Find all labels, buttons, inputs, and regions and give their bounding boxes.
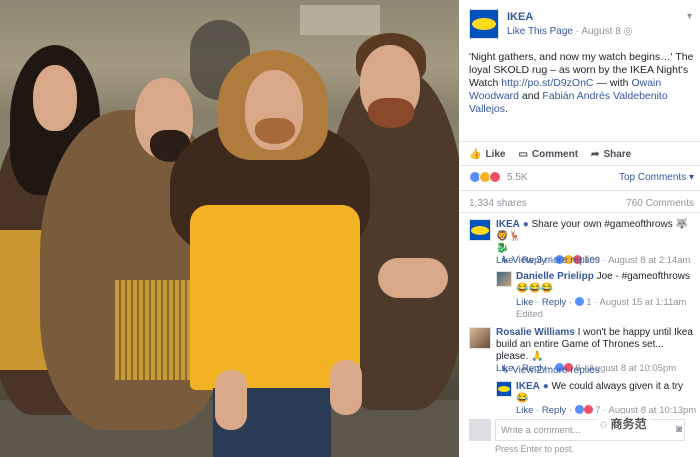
post-text-with: — with: [593, 77, 632, 89]
person-3-beard: [255, 118, 295, 144]
person-3-left-hand: [215, 370, 247, 430]
person-4-arm: [378, 258, 448, 298]
comment-input[interactable]: Write a comment...: [495, 419, 685, 441]
comment-body: Danielle Prielipp Joe - #gameofthrows 😂😂…: [516, 271, 694, 321]
person-3-right-hand: [330, 360, 362, 415]
globe-icon: ◎: [623, 26, 633, 37]
like-reaction-icon: [574, 405, 584, 414]
love-reaction-icon[interactable]: [489, 171, 501, 183]
comment-date[interactable]: August 8 at 2:14am: [608, 255, 690, 266]
divider: [459, 190, 700, 191]
comment-like-link[interactable]: Like: [516, 297, 533, 308]
post-actions: 👍 Like ▭ Comment ➦ Share: [469, 147, 694, 161]
wechat-icon: ◌: [600, 417, 608, 431]
comment-composer: Write a comment... ◙ Press Enter to post…: [469, 419, 694, 457]
share-button[interactable]: ➦ Share: [591, 147, 631, 161]
divider: [459, 141, 700, 142]
like-page-link[interactable]: Like This Page: [507, 26, 573, 37]
comment-text: We could always given it a try 😂: [516, 381, 684, 404]
love-reaction-icon: [583, 405, 593, 414]
post-header: IKEA Like This Page · August 8 ◎ ▾: [469, 9, 694, 41]
reply-arrow-icon: ↳: [501, 255, 510, 266]
ikea-logo-icon: [498, 386, 510, 392]
verified-badge-icon: ●: [542, 381, 549, 392]
comment-date[interactable]: August 8 at 10:05pm: [589, 363, 677, 374]
share-arrow-icon: ➦: [591, 148, 600, 160]
divider: [459, 212, 700, 213]
post-text: 'Night gathers, and now my watch begins……: [469, 51, 694, 116]
post-date[interactable]: August 8: [581, 26, 620, 37]
page-name-link[interactable]: IKEA: [507, 11, 533, 23]
post-text-end: .: [505, 103, 508, 115]
reply-item: IKEA ● We could always given it a try 😂 …: [496, 381, 696, 416]
person-1-face: [33, 65, 77, 131]
verified-badge-icon: ●: [522, 219, 529, 230]
commenter-name[interactable]: IKEA: [516, 381, 540, 392]
reaction-count[interactable]: 5.5K: [507, 172, 528, 183]
commenter-avatar[interactable]: [469, 327, 491, 349]
reply-arrow-icon: ↳: [501, 365, 510, 376]
watermark-logo: ◌ 商务范: [596, 414, 651, 433]
commenter-name[interactable]: Rosalie Williams: [496, 327, 575, 338]
comments-count[interactable]: 760 Comments: [626, 198, 694, 209]
like-button[interactable]: 👍 Like: [469, 147, 505, 161]
edited-label[interactable]: Edited: [516, 309, 694, 321]
post-meta: Like This Page · August 8 ◎: [507, 26, 632, 37]
comment-body: IKEA ● We could always given it a try 😂 …: [516, 381, 696, 417]
current-user-avatar: [469, 419, 491, 441]
commenter-avatar[interactable]: [469, 219, 491, 241]
comment-item: IKEA ● Share your own #gameofthrows 🐺🦁🦌 …: [469, 219, 694, 266]
composer-hint: Press Enter to post.: [495, 444, 575, 454]
replies-link-label: View 2 more replies: [512, 365, 600, 376]
camera-icon[interactable]: ◙: [676, 424, 682, 435]
comment-button[interactable]: ▭ Comment: [518, 147, 578, 161]
share-label: Share: [603, 148, 632, 160]
view-more-replies-link[interactable]: ↳ View 2 more replies: [501, 365, 600, 376]
watermark-text: 商务范: [610, 417, 647, 431]
comment-meta: Like · Reply · 1 · August 15 at 1:11am: [516, 297, 687, 308]
photo-background-sign: [300, 5, 380, 35]
view-more-replies-link[interactable]: ↳ View 3 more replies: [501, 255, 600, 266]
thumbs-up-icon: 👍: [469, 148, 482, 160]
replies-link-label: View 3 more replies: [512, 255, 600, 266]
like-reaction-icon: [574, 297, 584, 306]
post-text-and: and: [519, 90, 543, 102]
ikea-logo-icon: [472, 18, 496, 30]
post-url-link[interactable]: http://po.st/D9zOnC: [501, 77, 593, 89]
like-label: Like: [485, 148, 506, 160]
person-3-sweater: [190, 205, 360, 390]
shares-row: 1,334 shares 760 Comments: [469, 198, 694, 209]
speech-bubble-icon: ▭: [518, 148, 528, 160]
reply-item: Danielle Prielipp Joe - #gameofthrows 😂😂…: [496, 271, 694, 320]
comment-reply-link[interactable]: Reply: [542, 405, 566, 416]
divider: [459, 165, 700, 166]
top-comments-dropdown[interactable]: Top Comments ▾: [619, 172, 694, 183]
page-avatar[interactable]: [469, 9, 499, 39]
shares-count[interactable]: 1,334 shares: [469, 198, 527, 209]
comment-label: Comment: [531, 148, 579, 160]
facebook-post-panel: IKEA Like This Page · August 8 ◎ ▾ 'Nigh…: [459, 0, 700, 457]
commenter-avatar[interactable]: [496, 271, 512, 287]
person-4-beard: [368, 98, 414, 128]
comment-reaction-count[interactable]: 1: [586, 297, 591, 308]
commenter-name[interactable]: IKEA: [496, 219, 520, 230]
chevron-down-icon[interactable]: ▾: [687, 11, 692, 22]
commenter-avatar[interactable]: [496, 381, 512, 397]
reactions-bar: 5.5K Top Comments ▾: [469, 171, 694, 185]
comment-extra: 🐉: [496, 243, 509, 254]
post-photo[interactable]: [0, 0, 459, 457]
commenter-name[interactable]: Danielle Prielipp: [516, 271, 594, 282]
ikea-logo-icon: [471, 225, 489, 235]
comment-date[interactable]: August 15 at 1:11am: [600, 297, 687, 308]
comment-item: Rosalie Williams I won't be happy until …: [469, 327, 694, 374]
comment-reply-link[interactable]: Reply: [542, 297, 566, 308]
comment-like-link[interactable]: Like: [516, 405, 533, 416]
